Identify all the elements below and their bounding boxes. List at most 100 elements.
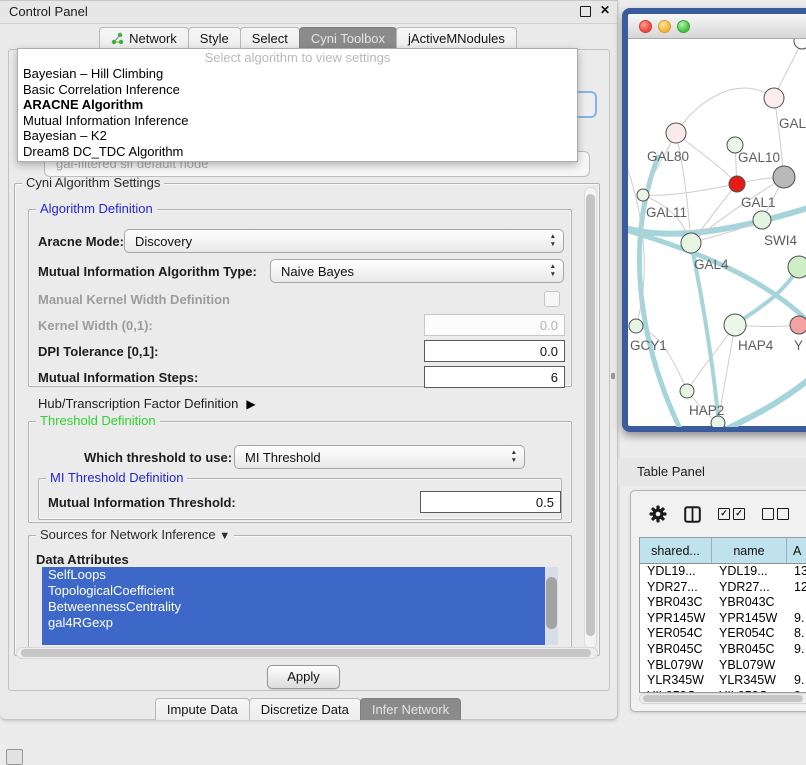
table-cell[interactable]: YLR345W [712, 673, 787, 689]
network-node[interactable] [680, 384, 694, 398]
mi-threshold-definition-title: MI Threshold Definition [46, 470, 187, 485]
network-view-window[interactable]: GALGAL80GAL10GAL1GAL11SWI4GAL4GCY1HAP4YH… [622, 8, 806, 432]
table-cell[interactable]: YDR27... [640, 580, 712, 596]
table-cell[interactable]: YPR145W [640, 611, 712, 627]
mi-steps-field[interactable] [424, 366, 565, 388]
close-icon[interactable]: ✕ [600, 3, 610, 17]
table-cell[interactable]: YBR045C [712, 642, 787, 658]
network-node[interactable] [773, 166, 795, 188]
tab-network[interactable]: Network [99, 27, 189, 49]
network-node[interactable] [729, 176, 745, 192]
table-cell[interactable]: YDL19... [712, 564, 787, 580]
table-cell[interactable]: YBR043C [640, 595, 712, 611]
table-row[interactable]: YBL079WYBL079W [640, 658, 806, 674]
tab-cyni-toolbox[interactable]: Cyni Toolbox [299, 27, 397, 49]
aracne-mode-select[interactable]: Discovery ▲▼ [124, 229, 564, 253]
table-row[interactable]: YER054CYER054C8. [640, 626, 806, 642]
network-node[interactable] [794, 39, 806, 49]
attribute-item[interactable]: TopologicalCoefficient [42, 583, 545, 599]
table-row[interactable]: YDL19...YDL19...13 [640, 564, 806, 580]
table-cell[interactable]: 8. [787, 626, 806, 642]
tab-select[interactable]: Select [240, 27, 300, 49]
table-cell[interactable]: YER054C [712, 626, 787, 642]
network-canvas[interactable]: GALGAL80GAL10GAL1GAL11SWI4GAL4GCY1HAP4YH… [628, 39, 806, 427]
manual-kernel-checkbox[interactable] [544, 291, 560, 307]
settings-horizontal-scrollbar[interactable] [16, 647, 598, 659]
network-node[interactable] [790, 316, 806, 334]
table-cell[interactable]: 9. [787, 611, 806, 627]
table-row[interactable]: YBR043CYBR043C [640, 595, 806, 611]
float-window-icon[interactable] [580, 6, 591, 17]
table-row[interactable]: YPR145WYPR145W9. [640, 611, 806, 627]
network-node[interactable] [753, 211, 771, 229]
algorithm-option[interactable]: Mutual Information Inference [18, 113, 577, 129]
columns-icon[interactable] [684, 506, 701, 523]
window-zoom-icon[interactable] [677, 20, 690, 33]
data-attributes-list[interactable]: SelfLoopsTopologicalCoefficientBetweenne… [42, 567, 558, 645]
tab-discretize-data[interactable]: Discretize Data [249, 698, 361, 720]
table-row[interactable]: YBR045CYBR045C9. [640, 642, 806, 658]
network-node[interactable] [637, 189, 649, 201]
table-cell[interactable]: YBR043C [712, 595, 787, 611]
table-cell[interactable]: YLR345W [640, 673, 712, 689]
network-node[interactable] [711, 416, 725, 427]
sources-title[interactable]: Sources for Network Inference ▼ [36, 527, 234, 542]
algorithm-option[interactable]: Dream8 DC_TDC Algorithm [18, 144, 577, 160]
table-cell[interactable]: YBR045C [640, 642, 712, 658]
network-node[interactable] [788, 256, 806, 278]
mi-algorithm-type-select[interactable]: Naive Bayes ▲▼ [270, 259, 564, 283]
gear-icon[interactable] [649, 505, 667, 523]
column-header-shared-name[interactable]: shared... [640, 538, 712, 564]
node-table[interactable]: shared... name A YDL19...YDL19...13YDR27… [639, 537, 806, 693]
which-threshold-select[interactable]: MI Threshold ▲▼ [234, 445, 525, 469]
algorithm-option[interactable]: ARACNE Algorithm [18, 97, 577, 113]
apply-button[interactable]: Apply [267, 665, 340, 689]
table-cell[interactable]: 12 [787, 580, 806, 596]
mi-threshold-field[interactable] [420, 491, 561, 513]
panel-splitter-handle[interactable] [611, 373, 615, 379]
network-node[interactable] [666, 123, 686, 143]
deselect-all-checkboxes-icon[interactable] [762, 508, 789, 520]
table-cell[interactable]: YDL19... [640, 564, 712, 580]
hub-definition-toggle[interactable]: Hub/Transcription Factor Definition▶ [38, 396, 256, 411]
table-row[interactable]: YLR345WYLR345W9. [640, 673, 806, 689]
column-header-name[interactable]: name [712, 538, 787, 564]
table-cell[interactable]: 9. [787, 642, 806, 658]
network-node[interactable] [764, 88, 784, 108]
table-horizontal-scrollbar[interactable] [639, 693, 806, 704]
algorithm-option[interactable]: Basic Correlation Inference [18, 82, 577, 98]
table-cell[interactable]: 13 [787, 564, 806, 580]
table-cell[interactable]: YBL079W [640, 658, 712, 674]
tab-impute-data[interactable]: Impute Data [155, 698, 250, 720]
attribute-item[interactable]: BetweennessCentrality [42, 599, 545, 615]
table-cell[interactable]: YBL079W [712, 658, 787, 674]
tab-infer-network[interactable]: Infer Network [360, 698, 461, 720]
table-cell[interactable]: 9. [787, 673, 806, 689]
control-panel-tabs: Network Style Select Cyni Toolbox jActiv… [0, 27, 617, 50]
network-node[interactable] [681, 233, 701, 253]
table-cell[interactable]: YDR27... [712, 580, 787, 596]
list-scrollbar[interactable] [545, 567, 558, 645]
tab-jactivemnodules[interactable]: jActiveMNodules [396, 27, 517, 49]
network-node[interactable] [629, 319, 643, 333]
attribute-item[interactable]: SelfLoops [42, 567, 545, 583]
kernel-width-field[interactable] [424, 314, 565, 336]
table-row[interactable]: YDR27...YDR27...12 [640, 580, 806, 596]
column-header-partial[interactable]: A [787, 538, 806, 564]
window-minimize-icon[interactable] [658, 20, 671, 33]
select-all-checkboxes-icon[interactable]: ✓✓ [718, 508, 745, 520]
table-cell[interactable]: YER054C [640, 626, 712, 642]
algorithm-option[interactable]: Bayesian – Hill Climbing [18, 66, 577, 82]
table-cell[interactable] [787, 595, 806, 611]
node-label: SWI4 [764, 233, 797, 248]
table-cell[interactable]: YPR145W [712, 611, 787, 627]
attribute-item[interactable]: gal4RGexp [42, 615, 545, 631]
algorithm-option[interactable]: Bayesian – K2 [18, 128, 577, 144]
network-node[interactable] [724, 314, 746, 336]
settings-vertical-scrollbar[interactable] [584, 187, 597, 649]
window-close-icon[interactable] [639, 20, 652, 33]
tab-style[interactable]: Style [188, 27, 241, 49]
dpi-tolerance-field[interactable] [424, 340, 565, 362]
dock-panel-icon[interactable] [6, 749, 23, 765]
table-cell[interactable] [787, 658, 806, 674]
